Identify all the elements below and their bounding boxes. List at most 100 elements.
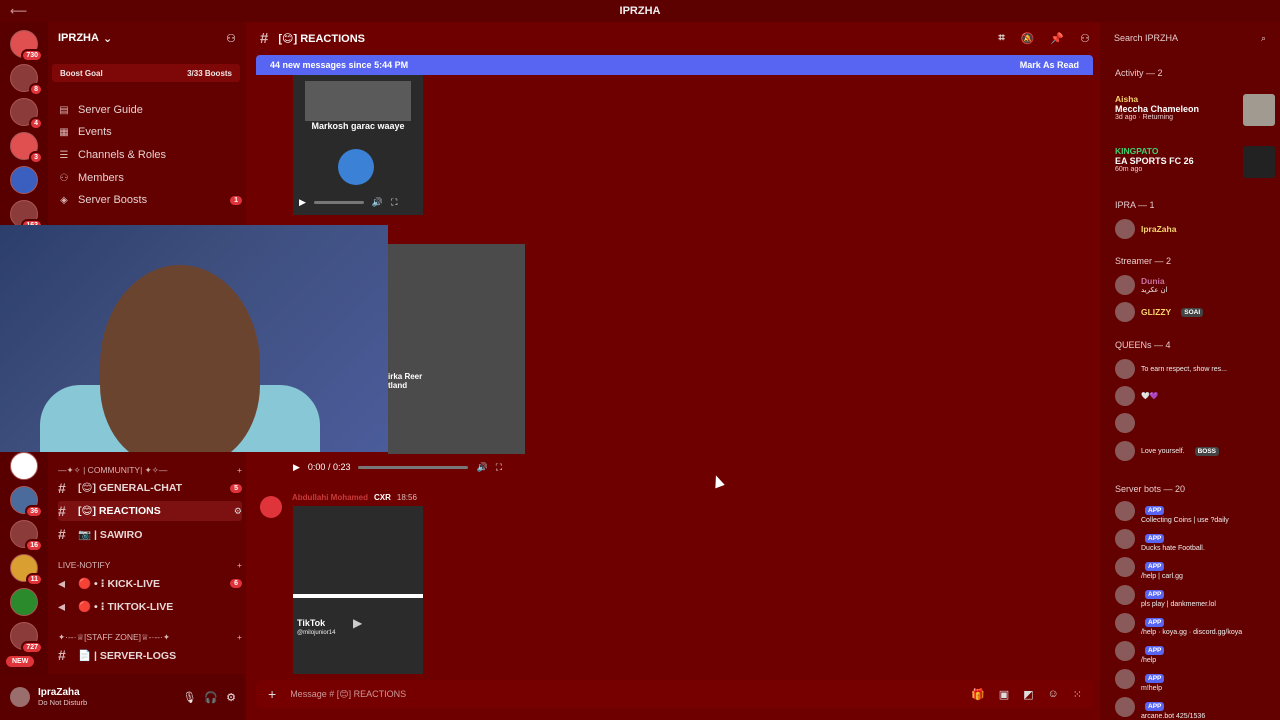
bot-item[interactable]: APP/help · koya.gg · discord.gg/koya (1115, 612, 1275, 636)
search-placeholder: Search IPRZHA (1114, 33, 1179, 43)
message-input[interactable]: + Message # [😊] REACTIONS 🎁 ▣ ◩ ☺ ⁙ (256, 680, 1094, 708)
gear-icon[interactable]: ⚙ (226, 691, 236, 704)
microphone-icon[interactable]: 🎙 (182, 691, 196, 704)
server-icon[interactable] (10, 588, 38, 616)
seek-bar[interactable] (358, 465, 469, 469)
add-channel-icon[interactable]: + (237, 560, 242, 570)
bot-status: arcane.bot 425/1536 (1141, 712, 1206, 720)
add-member-icon[interactable]: ⚇ (226, 32, 236, 45)
author-avatar[interactable] (260, 496, 282, 518)
bot-item[interactable]: APP pls play | dankmemer.lol (1115, 584, 1275, 608)
emoji-icon[interactable]: ☺ (1048, 688, 1059, 701)
play-icon[interactable]: ▶ (299, 197, 306, 208)
bot-status: Ducks hate Football. (1141, 544, 1205, 552)
server-icon[interactable]: 36 (10, 486, 43, 518)
category-live-notify[interactable]: LIVE-NOTIFY + (58, 560, 242, 570)
bot-item[interactable]: APP Ducks hate Football. (1115, 528, 1275, 552)
new-messages-bar[interactable]: 44 new messages since 5:44 PM Mark As Re… (256, 55, 1093, 75)
server-icon[interactable]: 8 (10, 64, 43, 96)
seek-bar[interactable] (313, 201, 364, 204)
threads-icon[interactable]: ⌗ (999, 32, 1005, 45)
back-arrow-icon[interactable]: ⟵ (10, 4, 27, 18)
avatar (1115, 613, 1135, 633)
channel-kick-live[interactable]: ◂ 🔴 • ⁝ KICK-LIVE 6 (58, 573, 242, 593)
add-channel-icon[interactable]: + (237, 632, 242, 643)
server-icon[interactable]: 730 (10, 30, 43, 62)
server-icon[interactable]: 11 (10, 554, 43, 586)
apps-icon[interactable]: ⁙ (1073, 688, 1082, 701)
server-icon[interactable]: 727 (10, 622, 43, 654)
server-header[interactable]: IPRZHA ⌄ ⚇ (48, 22, 246, 54)
search-input[interactable]: Search IPRZHA ⌕ (1108, 28, 1272, 48)
nav-channels-roles[interactable]: ☰ Channels & Roles (58, 145, 242, 165)
video-player[interactable]: irka Reer tland (388, 244, 525, 454)
search-icon: ⌕ (1260, 32, 1266, 43)
gift-icon[interactable]: 🎁 (971, 688, 985, 701)
headphones-icon[interactable]: 🎧 (204, 691, 218, 704)
video-caption: Markosh garac waaye (311, 121, 405, 131)
hash-icon: # (58, 480, 66, 496)
member-item[interactable]: GLIZZY SOAI (1115, 301, 1275, 323)
play-icon[interactable]: ▶ (353, 616, 362, 630)
avatar[interactable] (10, 687, 30, 707)
user-status: Do Not Disturb (38, 698, 88, 707)
add-channel-icon[interactable]: + (237, 465, 242, 476)
author-name[interactable]: Abdullahi Mohamed (292, 493, 368, 502)
bot-item[interactable]: APP Collecting Coins | use ?daily (1115, 500, 1275, 524)
bot-item[interactable]: APP/help | carl.gg (1115, 556, 1275, 580)
channel-general-chat[interactable]: # [😊] GENERAL-CHAT 5 (58, 478, 242, 498)
nav-events[interactable]: ▦ Events (58, 122, 242, 142)
activity-card[interactable]: KINGPATO EA SPORTS FC 26 60m ago (1115, 146, 1275, 178)
bot-status: /help · koya.gg · discord.gg/koya (1141, 628, 1243, 636)
fullscreen-icon[interactable]: ⛶ (496, 462, 502, 473)
member-item[interactable]: Love yourself. BOSS (1115, 440, 1275, 462)
fullscreen-icon[interactable]: ⛶ (391, 197, 397, 208)
bot-item[interactable]: APP/help (1115, 640, 1275, 664)
bot-item[interactable]: APP m!help (1115, 668, 1275, 692)
member-item[interactable] (1115, 412, 1275, 434)
nav-members[interactable]: ⚇ Members (58, 168, 242, 188)
bot-item[interactable]: APP arcane.bot 425/1536 (1115, 696, 1275, 720)
channel-reactions[interactable]: # [😊] REACTIONS ⚙ (58, 501, 242, 521)
member-status: 🤍💜 (1141, 393, 1159, 400)
channel-server-logs[interactable]: # 📄 | SERVER-LOGS (58, 645, 242, 665)
channel-sawiro[interactable]: # 📷 | SAWIRO (58, 524, 242, 544)
tiktok-video[interactable]: TikTok @milojunior14 ▶ (293, 506, 423, 674)
server-icon[interactable] (10, 166, 38, 194)
category-staff-zone[interactable]: ✦·--·♕[STAFF ZONE]♕-·--·✦ + (58, 632, 242, 643)
member-item[interactable]: To earn respect, show res... (1115, 358, 1275, 380)
section-header: IPRA — 1 (1115, 200, 1155, 210)
category-community[interactable]: —✦✧ | COMMUNITY| ✦✧— + (58, 465, 242, 476)
activity-card[interactable]: Aisha Meccha Chameleon 3d ago · Returnin… (1115, 94, 1275, 126)
volume-icon[interactable]: 🔊 (372, 197, 383, 208)
server-icon[interactable]: 4 (10, 98, 43, 130)
gif-icon[interactable]: ▣ (999, 688, 1009, 701)
author-tag: CXR (374, 493, 391, 502)
play-icon[interactable]: ▶ (293, 462, 300, 473)
nav-server-boosts[interactable]: ◈ Server Boosts 1 (58, 190, 242, 210)
volume-icon[interactable]: 🔊 (476, 462, 487, 473)
server-icon[interactable]: 16 (10, 520, 43, 552)
member-name: IpraZaha (1141, 224, 1177, 234)
member-list-icon[interactable]: ⚇ (1080, 32, 1090, 45)
avatar (1115, 697, 1135, 717)
server-icon[interactable] (10, 452, 38, 480)
member-item[interactable]: IpraZaha (1115, 218, 1275, 240)
new-badge: NEW (6, 656, 35, 667)
avatar (1115, 302, 1135, 322)
member-item[interactable]: 🤍💜 (1115, 385, 1275, 407)
notifications-icon[interactable]: 🔕 (1021, 32, 1035, 45)
server-icon[interactable]: 163 (10, 200, 43, 232)
server-icon[interactable]: 3 (10, 132, 43, 164)
boost-goal[interactable]: Boost Goal 3/33 Boosts (52, 64, 240, 82)
member-item[interactable]: Dunia ان عكريد (1115, 274, 1275, 296)
channel-tiktok-live[interactable]: ◂ 🔴 • ⁝ TIKTOK-LIVE (58, 596, 242, 616)
pin-icon[interactable]: 📌 (1050, 32, 1064, 45)
mark-as-read-button[interactable]: Mark As Read (1020, 60, 1079, 70)
video-player[interactable]: Markosh garac waaye ▶ 🔊 ⛶ (293, 75, 423, 215)
settings-icon[interactable]: ⚙ (234, 506, 242, 517)
add-attachment-icon[interactable]: + (268, 686, 276, 702)
bot-status: Collecting Coins | use ?daily (1141, 516, 1229, 524)
nav-server-guide[interactable]: ▤ Server Guide (58, 100, 242, 120)
sticker-icon[interactable]: ◩ (1023, 688, 1033, 701)
